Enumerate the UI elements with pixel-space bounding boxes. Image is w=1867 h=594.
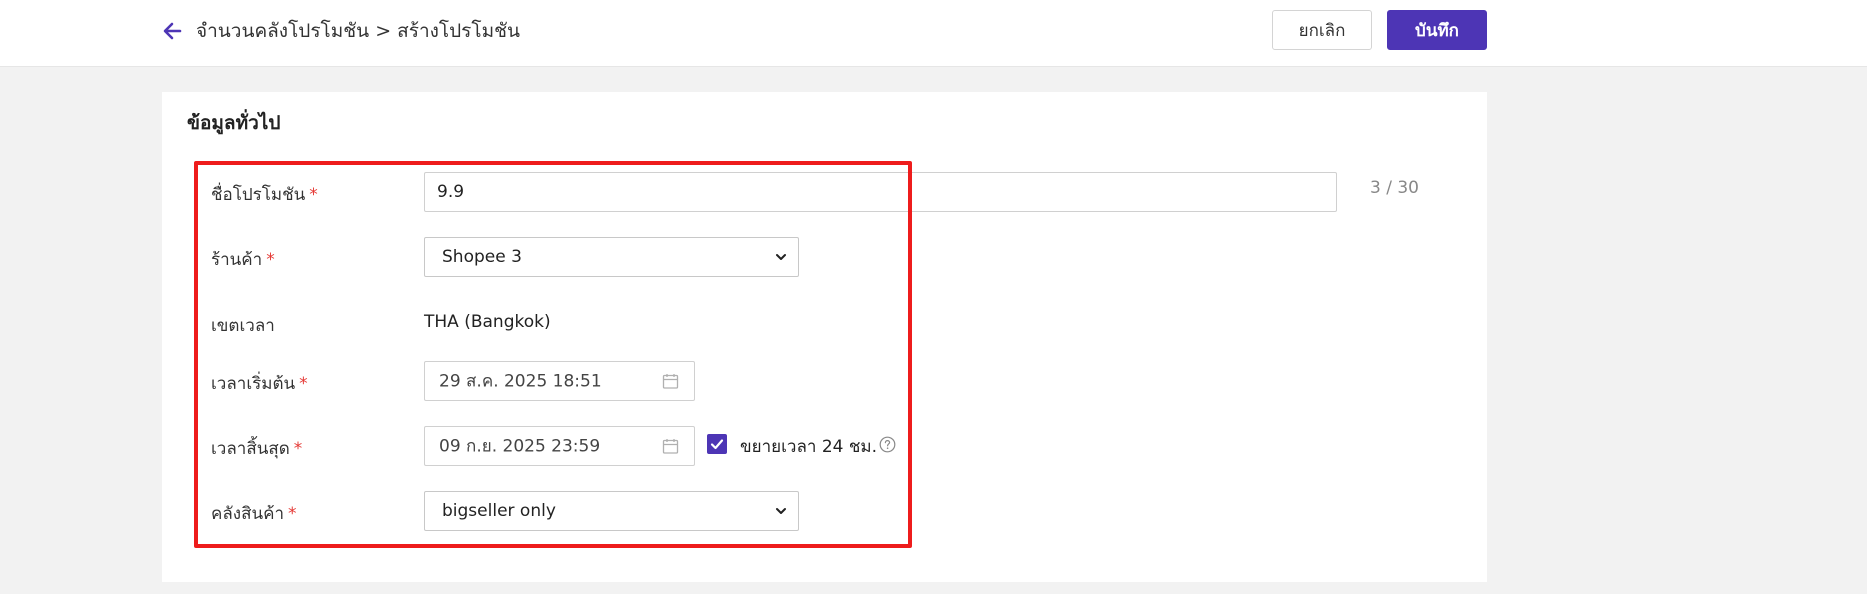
end-time-picker[interactable]: 09 ก.ย. 2025 23:59	[424, 426, 695, 466]
promo-name-value: 9.9	[437, 182, 465, 202]
shop-label-text: ร้านค้า	[211, 250, 263, 270]
arrow-left-icon[interactable]	[160, 18, 186, 44]
timezone-label: เขตเวลา	[211, 316, 275, 336]
required-mark: *	[293, 439, 303, 459]
shop-select[interactable]: Shopee 3	[424, 237, 799, 277]
section-title: ข้อมูลทั่วไป	[187, 112, 281, 134]
save-button[interactable]: บันทึก	[1387, 10, 1487, 50]
shop-select-value: Shopee 3	[442, 247, 522, 267]
calendar-icon	[662, 374, 679, 389]
checkmark-icon	[710, 439, 724, 450]
general-info-card	[162, 92, 1487, 582]
warehouse-label: คลังสินค้า *	[211, 500, 297, 527]
end-time-value: 09 ก.ย. 2025 23:59	[439, 436, 601, 457]
chevron-down-icon	[776, 254, 786, 260]
timezone-value: THA (Bangkok)	[424, 312, 551, 332]
required-mark: *	[309, 185, 318, 205]
cancel-button[interactable]: ยกเลิก	[1272, 10, 1372, 50]
promo-name-label: ชื่อโปรโมชัน *	[211, 181, 318, 208]
chevron-down-icon	[776, 508, 786, 514]
start-time-picker[interactable]: 29 ส.ค. 2025 18:51	[424, 361, 695, 401]
breadcrumb: จำนวนคลังโปรโมชัน > สร้างโปรโมชัน	[196, 20, 520, 42]
extend-time-label[interactable]: ขยายเวลา 24 ชม.	[740, 433, 877, 460]
promo-name-input[interactable]: 9.9	[424, 172, 1337, 212]
char-counter: 3 / 30	[1370, 178, 1419, 198]
top-bar: จำนวนคลังโปรโมชัน > สร้างโปรโมชัน ยกเลิก…	[0, 0, 1867, 67]
warehouse-label-text: คลังสินค้า	[211, 504, 285, 524]
warehouse-select-value: bigseller only	[442, 501, 556, 521]
required-mark: *	[299, 374, 308, 394]
start-time-label: เวลาเริ่มต้น *	[211, 370, 308, 397]
warehouse-select[interactable]: bigseller only	[424, 491, 799, 531]
required-mark: *	[288, 504, 297, 524]
promo-name-label-text: ชื่อโปรโมชัน	[211, 185, 306, 205]
start-time-label-text: เวลาเริ่มต้น	[211, 374, 296, 394]
shop-label: ร้านค้า *	[211, 246, 275, 273]
start-time-value: 29 ส.ค. 2025 18:51	[439, 371, 602, 392]
end-time-label: เวลาสิ้นสุด *	[211, 435, 302, 462]
end-time-label-text: เวลาสิ้นสุด	[211, 439, 290, 459]
question-circle-icon[interactable]	[879, 436, 896, 453]
required-mark: *	[266, 250, 275, 270]
calendar-icon	[662, 439, 679, 454]
extend-time-checkbox[interactable]	[707, 434, 727, 454]
